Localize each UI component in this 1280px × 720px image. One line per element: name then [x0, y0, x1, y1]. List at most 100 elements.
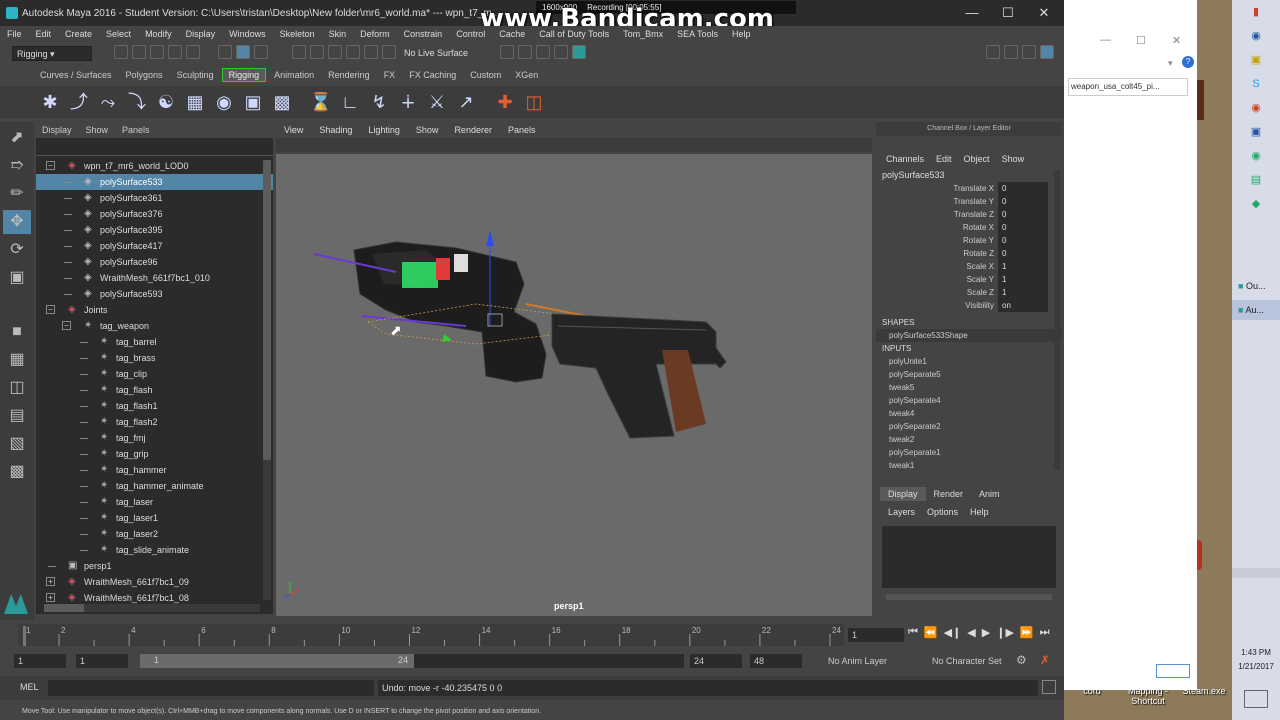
time-ruler[interactable]: 1 2 4 6 8 10 12 14 16 18 20 22 24	[18, 624, 844, 646]
browser-minimize-button[interactable]: —	[1100, 34, 1111, 46]
layer-menu-layers[interactable]: Layers	[888, 507, 915, 517]
layer-tab-display[interactable]: Display	[880, 487, 926, 501]
attribute-value[interactable]: 1	[998, 286, 1048, 299]
workspace-buttons[interactable]	[984, 45, 1056, 61]
attribute-row[interactable]: Rotate Y0	[876, 234, 1062, 247]
outliner-menu-display[interactable]: Display	[42, 125, 72, 135]
outliner-row[interactable]: ✴ tag_barrel	[36, 334, 273, 350]
menu-deform[interactable]: Deform	[353, 29, 397, 39]
menu-select[interactable]: Select	[99, 29, 138, 39]
shape-node[interactable]: polySurface533Shape	[876, 329, 1062, 342]
attribute-row[interactable]: Scale X1	[876, 260, 1062, 273]
scale-tool-icon[interactable]: ▣	[3, 266, 31, 290]
cluster-icon[interactable]: ▩	[270, 90, 294, 114]
layer-list[interactable]	[882, 526, 1056, 588]
shelf-tab-rigging[interactable]: Rigging	[221, 68, 267, 82]
menu-tom-bmx[interactable]: Tom_Bmx	[616, 29, 670, 39]
mirror-joint-icon[interactable]: ⤳	[96, 90, 120, 114]
range-inner-start-field[interactable]: 1	[76, 654, 128, 668]
layer-menu-help[interactable]: Help	[970, 507, 989, 517]
attribute-value[interactable]: 0	[998, 195, 1048, 208]
viewport-menu-shading[interactable]: Shading	[319, 125, 352, 135]
browser-address-bar[interactable]: weapon_usa_colt45_pi...	[1068, 78, 1188, 96]
orient-joint-icon[interactable]: ⤵	[125, 90, 149, 114]
shelf-tab-rendering[interactable]: Rendering	[322, 69, 376, 81]
outliner-row[interactable]: ◈ polySurface593	[36, 286, 273, 302]
outliner-row[interactable]: − ◈ wpn_t7_mr6_world_LOD0	[36, 158, 273, 174]
outliner-row[interactable]: − ◈ Joints	[36, 302, 273, 318]
menu-cache[interactable]: Cache	[492, 29, 532, 39]
attribute-value[interactable]: 1	[998, 260, 1048, 273]
step-forward-key-icon[interactable]: ⏩	[1020, 626, 1034, 639]
browser-close-button[interactable]: ✕	[1172, 34, 1181, 47]
range-bar[interactable]: 1 24	[140, 654, 414, 668]
select-tool-icon[interactable]: ⬈	[3, 126, 31, 150]
viewport-3d[interactable]: ⬈	[276, 154, 872, 616]
outliner-hscrollbar[interactable]	[44, 604, 260, 612]
outliner-scroll-thumb[interactable]	[263, 160, 271, 460]
menu-control[interactable]: Control	[449, 29, 492, 39]
outliner-row[interactable]: ✴ tag_laser	[36, 494, 273, 510]
paint-weights-icon[interactable]: ◉	[212, 90, 236, 114]
layout-four-icon[interactable]: ▦	[3, 348, 31, 372]
file-buttons[interactable]	[112, 45, 202, 61]
outliner-row[interactable]: − ✴ tag_weapon	[36, 318, 273, 334]
attribute-value[interactable]: 0	[998, 182, 1048, 195]
input-node[interactable]: polySeparate2	[876, 420, 1062, 433]
outliner-row[interactable]: ◈ polySurface395	[36, 222, 273, 238]
attribute-name[interactable]: Rotate X	[876, 221, 998, 234]
menu-file[interactable]: File	[0, 29, 29, 39]
expand-toggle-icon[interactable]: −	[46, 305, 55, 314]
mel-input[interactable]	[48, 680, 374, 696]
lasso-tool-icon[interactable]: ➱	[3, 154, 31, 178]
outliner-row[interactable]: + ◈ WraithMesh_661f7bc1_09	[36, 574, 273, 590]
handle-icon[interactable]: ◫	[522, 90, 546, 114]
clock-time[interactable]: 1:43 PM	[1232, 648, 1280, 657]
input-node[interactable]: tweak2	[876, 433, 1062, 446]
rotate-tool-icon[interactable]: ⟳	[3, 238, 31, 262]
layout-single-icon[interactable]: ■	[3, 320, 31, 344]
expand-toggle-icon[interactable]: −	[62, 321, 71, 330]
range-start-field[interactable]: 1	[14, 654, 66, 668]
layer-tab-anim[interactable]: Anim	[971, 487, 1008, 501]
shelf-tab-curves-surfaces[interactable]: Curves / Surfaces	[34, 69, 118, 81]
go-end-icon[interactable]: ⏭	[1040, 626, 1050, 639]
outliner-row[interactable]: ✴ tag_hammer_animate	[36, 478, 273, 494]
attribute-name[interactable]: Rotate Z	[876, 247, 998, 260]
ik-handle-icon[interactable]: ☯	[154, 90, 178, 114]
attribute-row[interactable]: Translate Y0	[876, 195, 1062, 208]
step-forward-icon[interactable]: ❙▶	[996, 626, 1014, 639]
viewport-menu-show[interactable]: Show	[416, 125, 439, 135]
menu-windows[interactable]: Windows	[222, 29, 273, 39]
attribute-row[interactable]: Visibility on	[876, 299, 1062, 312]
attribute-row[interactable]: Rotate Z0	[876, 247, 1062, 260]
close-button[interactable]: ✕	[1026, 0, 1062, 26]
snap-buttons[interactable]	[290, 45, 398, 61]
selection-mask-buttons[interactable]	[216, 45, 270, 61]
outliner-scrollbar[interactable]	[263, 160, 271, 600]
outliner-row[interactable]: ✴ tag_grip	[36, 446, 273, 462]
go-start-icon[interactable]: ⏮	[908, 626, 918, 639]
attribute-row[interactable]: Scale Y1	[876, 273, 1062, 286]
taskbar-app-icon-4[interactable]: ◆	[1232, 192, 1280, 216]
outliner-search[interactable]	[36, 140, 273, 156]
channel-box-menu-channels[interactable]: Channels	[886, 154, 924, 164]
layout-script-icon[interactable]: ▩	[3, 460, 31, 484]
taskbar-app-icon-2[interactable]: ◉	[1232, 144, 1280, 168]
current-frame-marker[interactable]	[23, 626, 26, 646]
menu-help[interactable]: Help	[725, 29, 758, 39]
shelf-tab-xgen[interactable]: XGen	[509, 69, 544, 81]
taskbar-skype-icon[interactable]: S	[1232, 72, 1280, 96]
mel-label[interactable]: MEL	[20, 682, 39, 692]
curve-tool-icon[interactable]: ⌛	[309, 90, 333, 114]
taskbar-media-icon[interactable]: ◉	[1232, 96, 1280, 120]
channel-box-scrollbar[interactable]	[1054, 170, 1060, 470]
attribute-name[interactable]: Scale Y	[876, 273, 998, 286]
menu-modify[interactable]: Modify	[138, 29, 179, 39]
outliner-row[interactable]: ◈ polySurface376	[36, 206, 273, 222]
joint-tool-icon[interactable]: ✱	[38, 90, 62, 114]
taskbar-scroll[interactable]	[1232, 568, 1280, 578]
outliner-row[interactable]: ✴ tag_laser1	[36, 510, 273, 526]
insert-joint-icon[interactable]: ⤴	[67, 90, 91, 114]
live-surface-label[interactable]: No Live Surface	[404, 48, 468, 58]
